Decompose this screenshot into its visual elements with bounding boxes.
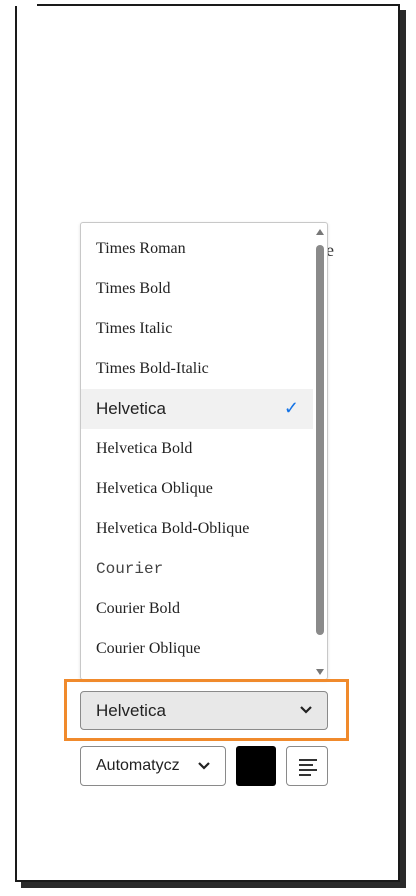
scroll-up-arrow-icon[interactable]	[316, 229, 324, 235]
font-option-label: Helvetica Oblique	[96, 480, 213, 497]
font-option-label: Courier	[96, 560, 164, 578]
font-option-label: Times Bold-Italic	[96, 360, 209, 377]
font-option[interactable]: Helvetica ✓	[81, 389, 313, 429]
font-size-select-value: Automatycz	[96, 757, 180, 774]
font-option[interactable]: Times Bold-Italic	[81, 349, 313, 389]
text-align-button[interactable]	[286, 746, 328, 786]
font-option-label: Times Italic	[96, 320, 173, 337]
font-size-select[interactable]: Automatycz	[80, 746, 226, 786]
font-option[interactable]: Times Italic	[81, 309, 313, 349]
font-option[interactable]: Times Roman	[81, 229, 313, 269]
font-family-select[interactable]: Helvetica	[80, 691, 328, 730]
font-option[interactable]: Helvetica Oblique	[81, 469, 313, 509]
font-family-select-value: Helvetica	[96, 700, 166, 720]
font-option[interactable]: Helvetica Bold-Oblique	[81, 509, 313, 549]
font-option[interactable]: Courier Bold	[81, 589, 313, 629]
align-left-icon	[299, 759, 317, 776]
scroll-down-arrow-icon[interactable]	[316, 669, 324, 675]
font-option-label: Helvetica	[96, 399, 166, 418]
font-option[interactable]: Courier	[81, 549, 313, 589]
scrollbar-thumb[interactable]	[316, 245, 324, 635]
font-option-label: Courier Oblique	[96, 640, 201, 657]
font-option-label: Helvetica Bold-Oblique	[96, 520, 250, 537]
font-option[interactable]: Helvetica Bold	[81, 429, 313, 469]
font-option-label: Helvetica Bold	[96, 440, 193, 457]
font-option-label: Courier Bold	[96, 600, 180, 617]
scrollbar[interactable]	[313, 223, 327, 679]
font-dropdown-list[interactable]: Times Roman Times Bold Times Italic Times B…	[80, 222, 328, 680]
font-option[interactable]: Times Bold	[81, 269, 313, 309]
chevron-down-icon	[198, 762, 210, 770]
font-option[interactable]: Courier Oblique	[81, 629, 313, 669]
text-color-swatch[interactable]	[236, 746, 276, 786]
font-option-label: Times Roman	[96, 240, 186, 257]
chevron-down-icon	[300, 706, 312, 714]
checkmark-icon: ✓	[283, 398, 299, 418]
font-option-label: Times Bold	[96, 280, 171, 297]
